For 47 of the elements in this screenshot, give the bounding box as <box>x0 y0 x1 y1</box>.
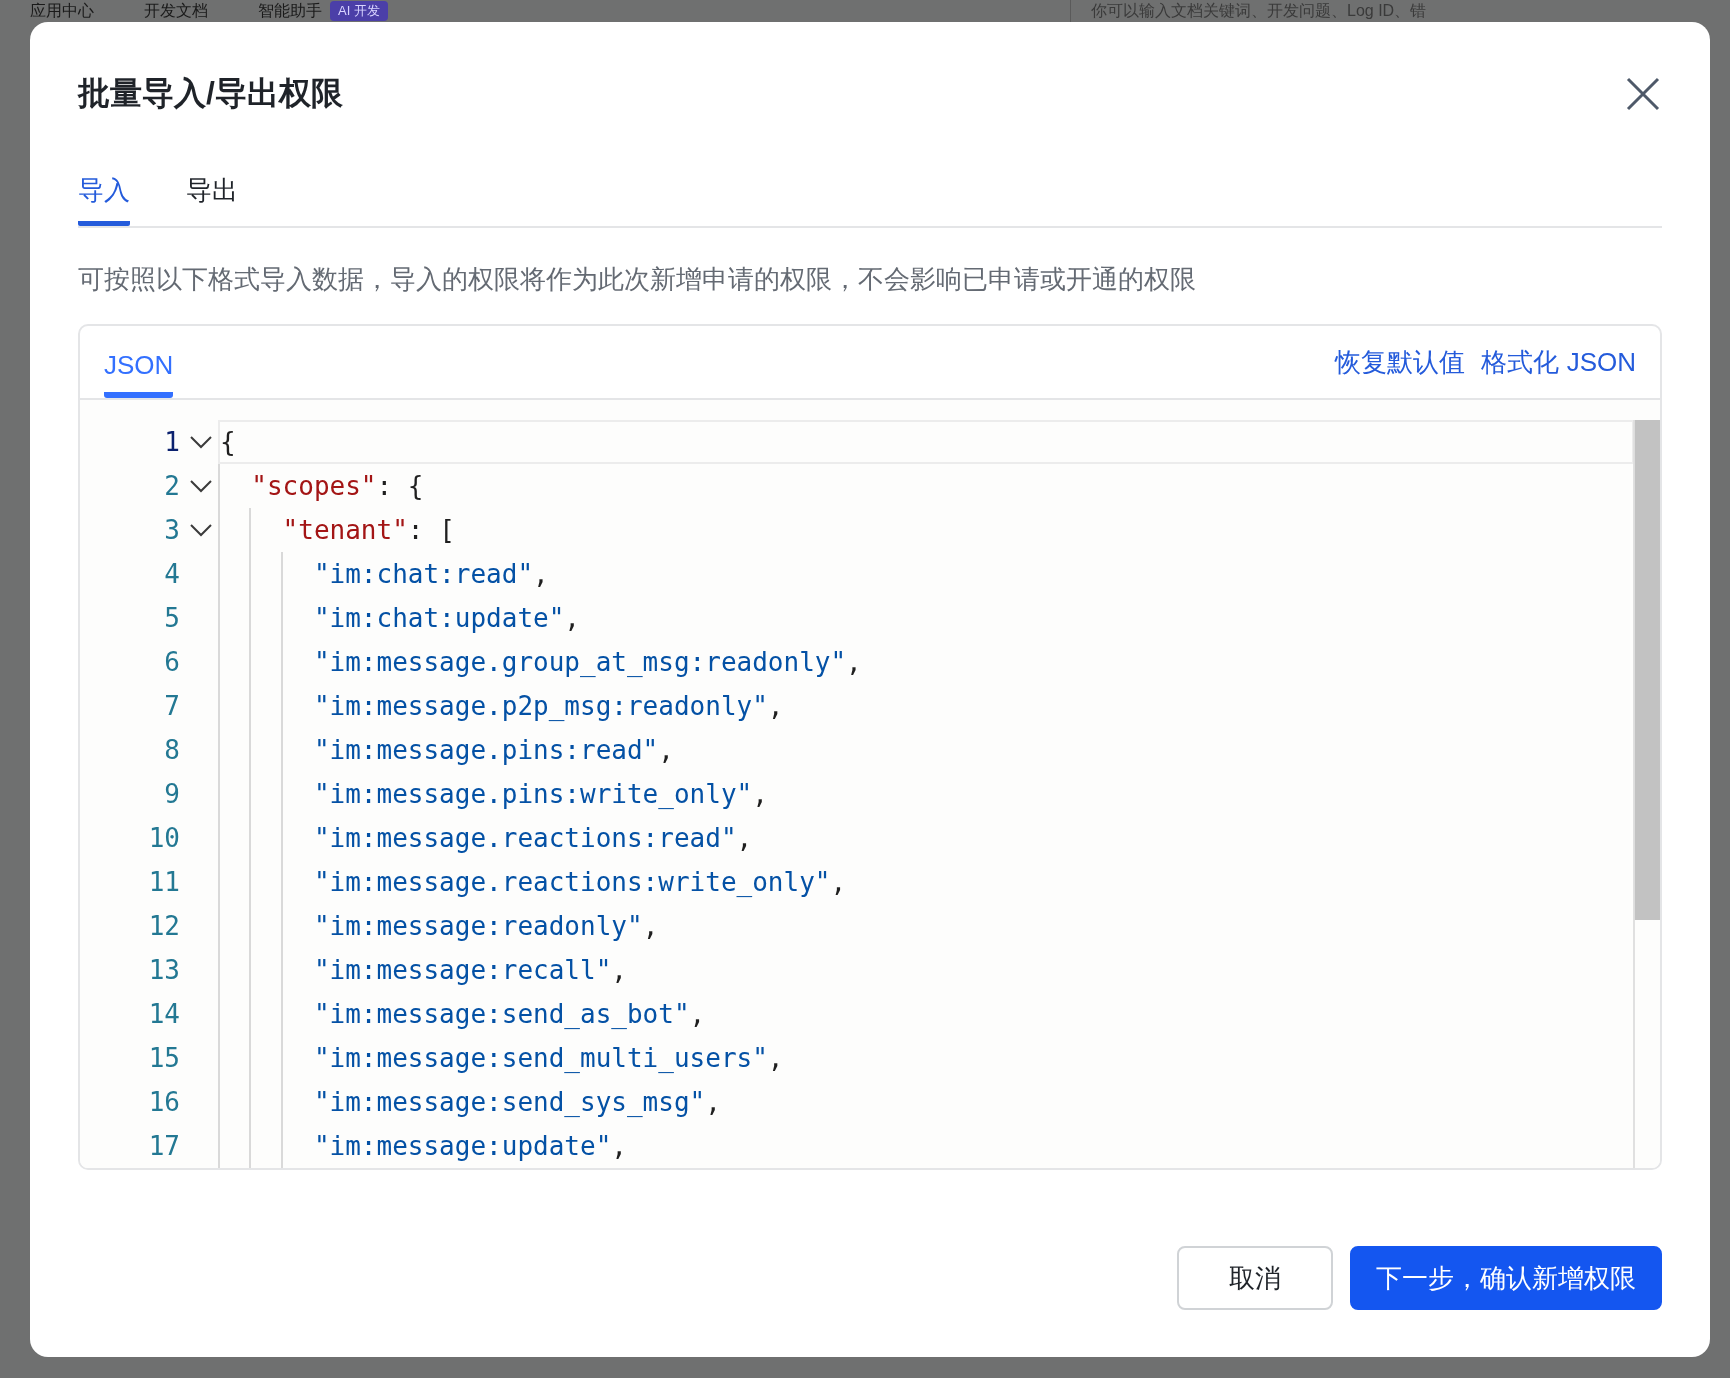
line-number: 12 <box>148 911 180 941</box>
line-number: 15 <box>148 1043 180 1073</box>
line-number: 17 <box>148 1131 180 1161</box>
line-number: 8 <box>164 735 180 765</box>
line-number: 14 <box>148 999 180 1029</box>
line-number: 4 <box>164 559 180 589</box>
code-line: "im:message.p2p_msg:readonly", <box>312 690 785 723</box>
code-line: "im:message:update", <box>312 1130 628 1163</box>
editor-action-link[interactable]: 格式化 JSON <box>1481 344 1636 380</box>
editor-action-link[interactable]: 恢复默认值 <box>1335 344 1466 380</box>
next-button[interactable]: 下一步，确认新增权限 <box>1350 1246 1662 1310</box>
code-line: "im:chat:read", <box>312 558 550 591</box>
code-line: "im:message:send_sys_msg", <box>312 1086 722 1119</box>
code-line: "im:message:recall", <box>312 954 628 987</box>
code-line: "im:message:send_multi_users", <box>312 1042 785 1075</box>
code-line: "im:chat:update", <box>312 602 581 635</box>
dialog-title: 批量导入/导出权限 <box>78 74 343 113</box>
line-number: 9 <box>164 779 180 809</box>
line-number: 1 <box>164 427 180 457</box>
nav-badge: AI 开发 <box>330 1 388 21</box>
line-number: 11 <box>148 867 180 897</box>
code-line: "im:message:readonly", <box>312 910 660 943</box>
scrollbar[interactable] <box>1634 420 1660 920</box>
line-number: 2 <box>164 471 180 501</box>
nav-link[interactable]: 智能助手 <box>258 0 322 22</box>
tab[interactable]: 导出 <box>186 160 238 226</box>
line-number: 7 <box>164 691 180 721</box>
code-line: "im:message.reactions:write_only", <box>312 866 848 899</box>
code-line: "tenant": [ <box>281 514 456 547</box>
code-line: "im:message.pins:write_only", <box>312 778 769 811</box>
line-number: 10 <box>148 823 180 853</box>
description-text: 可按照以下格式导入数据，导入的权限将作为此次新增申请的权限，不会影响已申请或开通的权限 <box>78 263 1197 296</box>
code-line: "im:message:send_as_bot", <box>312 998 707 1031</box>
close-button[interactable] <box>1625 76 1661 112</box>
code-line: "im:message.group_at_msg:readonly", <box>312 646 863 679</box>
line-number: 6 <box>164 647 180 677</box>
line-number: 5 <box>164 603 180 633</box>
code-line: "im:message.pins:read", <box>312 734 675 767</box>
nav-link[interactable]: 开发文档 <box>144 0 208 22</box>
code-line: "im:message.reactions:read", <box>312 822 754 855</box>
cancel-button[interactable]: 取消 <box>1177 1246 1333 1310</box>
line-number: 16 <box>148 1087 180 1117</box>
nav-link[interactable]: 应用中心 <box>30 0 94 22</box>
line-number: 3 <box>164 515 180 545</box>
code-line: "scopes": { <box>250 470 425 503</box>
tab[interactable]: 导入 <box>78 160 130 226</box>
line-number: 13 <box>148 955 180 985</box>
